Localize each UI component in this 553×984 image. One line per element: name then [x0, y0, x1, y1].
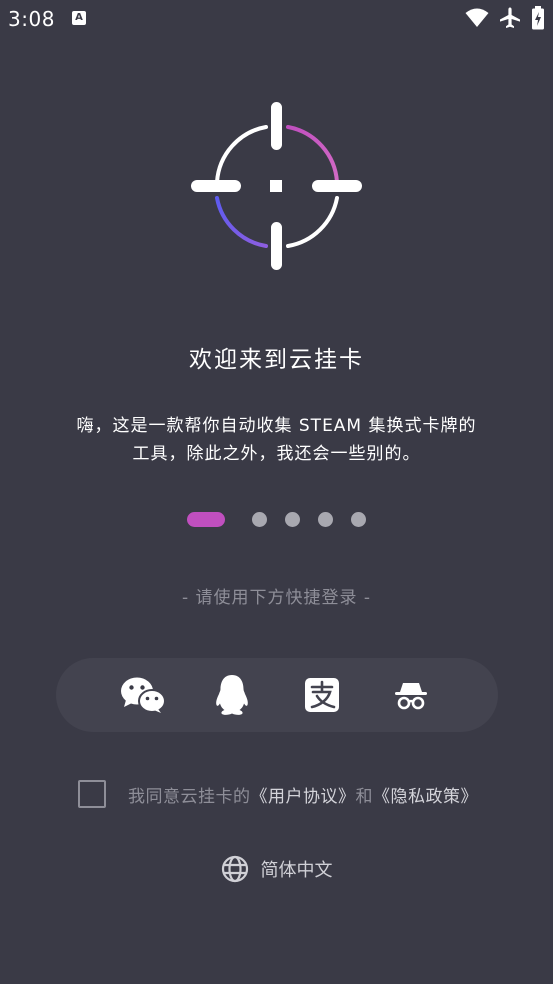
login-hint: - 请使用下方快捷登录 - [181, 588, 372, 608]
alipay-icon [304, 678, 339, 712]
language-label: 简体中文 [260, 860, 333, 881]
wechat-login-button[interactable] [120, 672, 166, 718]
quick-login-bar [56, 658, 498, 732]
globe-icon [221, 855, 248, 883]
description-line-2: 工具，除此之外，我还会一些别的。 [132, 444, 421, 464]
wechat-icon [120, 677, 166, 713]
welcome-title: 欢迎来到云挂卡 [189, 347, 364, 373]
status-icons [465, 6, 545, 30]
status-bar: 3:08 A [0, 0, 553, 40]
login-screen: 3:08 A 欢迎来到云挂卡 嗨，这是一款帮你自动收集 STEAM 集换式卡牌的… [0, 0, 553, 984]
page-indicator [0, 512, 553, 527]
agreement-row: 我同意云挂卡的《用户协议》和《隐私政策》 [78, 778, 478, 810]
crosshair-icon [191, 102, 362, 270]
agreement-text: 我同意云挂卡的《用户协议》和《隐私政策》 [128, 782, 478, 807]
text-a-icon: A [72, 11, 86, 25]
airplane-icon [500, 7, 520, 28]
agreement-conjunction: 和 [355, 786, 373, 807]
battery-icon [532, 6, 544, 30]
page-dot[interactable] [351, 512, 366, 527]
wifi-icon [465, 8, 489, 27]
page-dot[interactable] [285, 512, 300, 527]
agreement-checkbox[interactable] [78, 780, 106, 808]
user-agreement-link[interactable]: 《用户协议》 [251, 787, 356, 807]
alipay-login-button[interactable] [299, 672, 345, 718]
qq-login-button[interactable] [209, 672, 255, 718]
page-dot[interactable] [318, 512, 333, 527]
qq-penguin-icon [216, 675, 249, 715]
language-switch[interactable]: 简体中文 [0, 855, 553, 883]
page-dot[interactable] [252, 512, 267, 527]
status-time: 3:08 [8, 7, 55, 31]
incognito-icon [395, 683, 428, 710]
incognito-login-button[interactable] [388, 672, 434, 718]
privacy-policy-link[interactable]: 《隐私政策》 [373, 787, 478, 807]
welcome-description: 嗨，这是一款帮你自动收集 STEAM 集换式卡牌的 工具，除此之外，我还会一些别… [40, 412, 513, 468]
description-line-1: 嗨，这是一款帮你自动收集 STEAM 集换式卡牌的 [76, 416, 477, 436]
page-dot-active[interactable] [187, 512, 225, 527]
agreement-prefix: 我同意云挂卡的 [128, 786, 251, 807]
